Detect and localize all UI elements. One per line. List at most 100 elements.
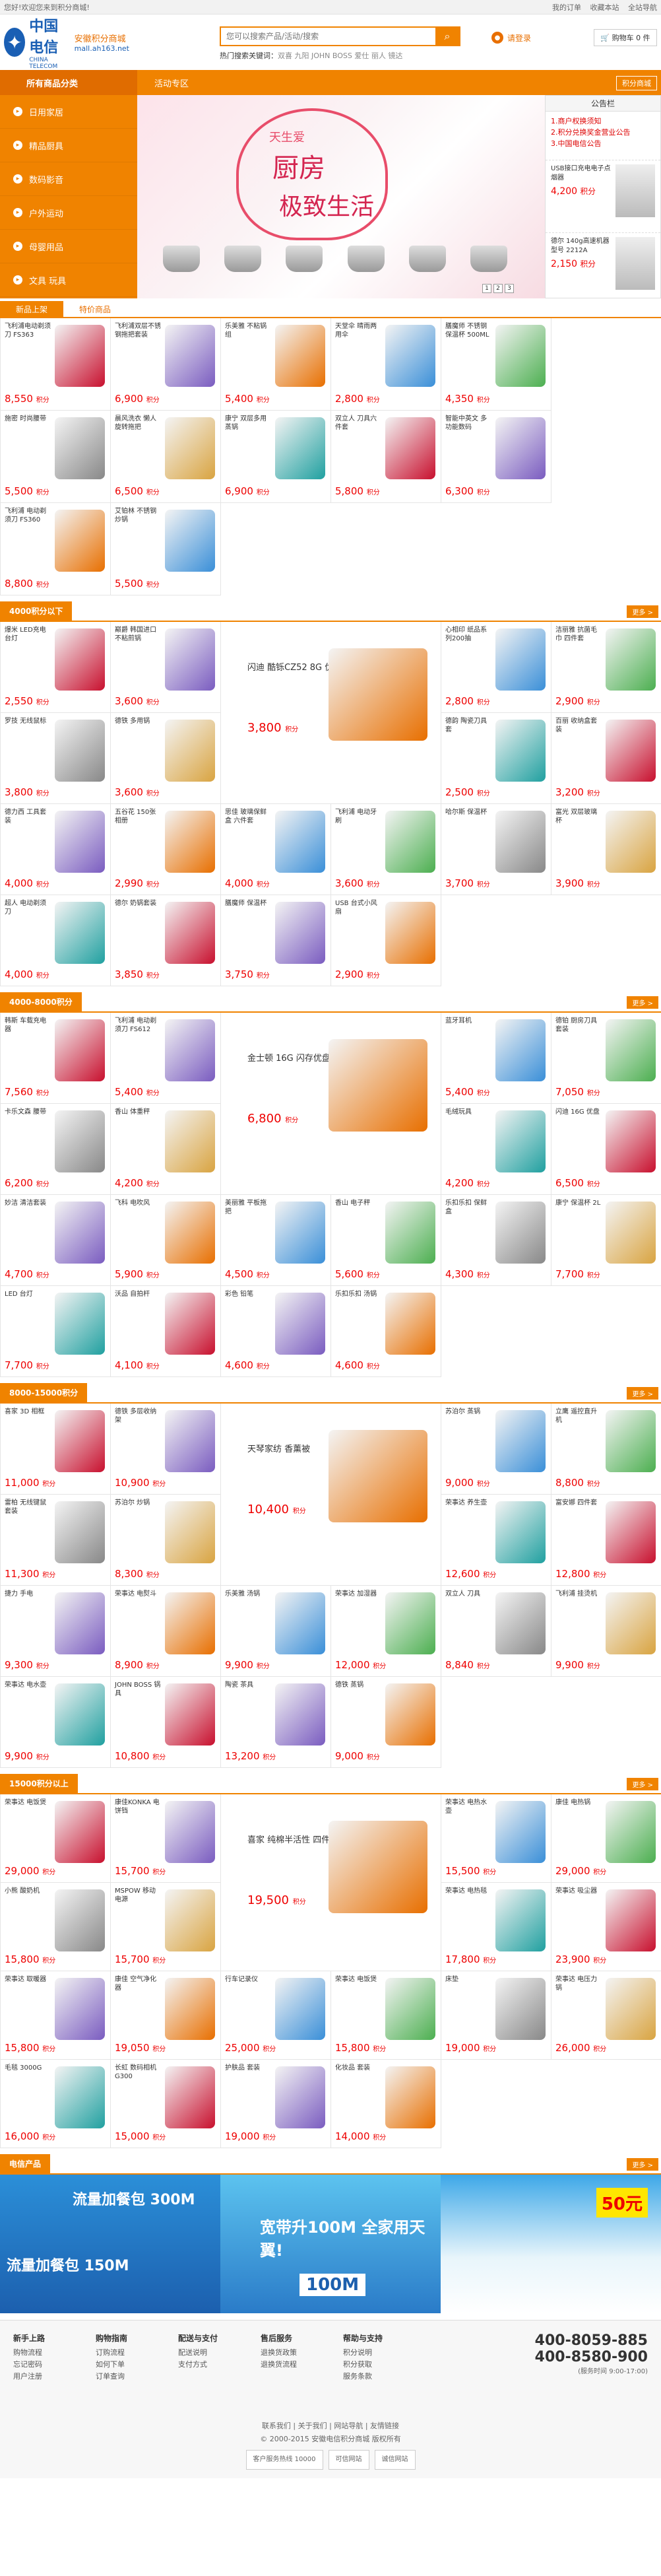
more-button[interactable]: 更多 > — [627, 2157, 658, 2171]
all-categories[interactable]: 所有商品分类 — [0, 70, 137, 95]
banner-pager[interactable]: 123 — [480, 284, 514, 293]
product-card[interactable]: 艾铂林 不锈钢 炒锅 5,500 积分 — [111, 503, 221, 595]
notice-item[interactable]: 2.积分兑换奖金营业公告 — [551, 127, 655, 138]
product-card[interactable]: 膳魔师 不锈钢保温杯 500ML 4,350 积分 — [441, 318, 551, 411]
more-button[interactable]: 更多 > — [627, 1777, 658, 1790]
ad-broadband[interactable]: 宽带升100M 全家用天翼! 100M — [220, 2175, 441, 2313]
product-card[interactable]: 德铁 蒸锅 9,000 积分 — [331, 1677, 441, 1768]
product-card[interactable]: 晨风洗衣 懒人旋转拖把 6,500 积分 — [111, 411, 221, 503]
product-card[interactable]: 五谷花 150张 相册 2,990 积分 — [111, 804, 221, 895]
product-card[interactable]: 智能中英文 多功能数码 6,300 积分 — [441, 411, 551, 503]
product-card[interactable]: 德力西 工具套装 4,000 积分 — [1, 804, 111, 895]
tab-new[interactable]: 新品上架 — [0, 301, 63, 317]
product-card[interactable]: 富安娜 四件套 12,800 积分 — [551, 1495, 661, 1586]
nav-activity[interactable]: 活动专区 — [154, 77, 189, 89]
footer-link[interactable]: 忘记密码 — [13, 2359, 96, 2371]
product-card[interactable]: 德尔 奶锅套装 3,850 积分 — [111, 895, 221, 986]
product-card[interactable]: 喜家 纯棉半活性 四件套 19,500 积分 — [221, 1794, 441, 1971]
product-card[interactable]: 飞利浦 电动牙刷 3,600 积分 — [331, 804, 441, 895]
product-card[interactable]: 巅爵 韩国进口 不粘煎锅 3,600 积分 — [111, 622, 221, 713]
nav-points-mall[interactable]: 积分商城 — [616, 76, 657, 90]
product-card[interactable]: 乐美雅 汤锅 9,900 积分 — [221, 1586, 331, 1677]
product-card[interactable]: MSPOW 移动电源 15,700 积分 — [111, 1883, 221, 1971]
footer-link[interactable]: 服务条款 — [343, 2371, 425, 2383]
product-card[interactable]: 膳魔师 保温杯 3,750 积分 — [221, 895, 331, 986]
product-card[interactable]: 飞利浦电动剃须刀 FS363 8,550 积分 — [1, 318, 111, 411]
product-card[interactable]: 雷柏 无线键鼠套装 11,300 积分 — [1, 1495, 111, 1586]
product-card[interactable]: 康宁 保温杯 2L 7,700 积分 — [551, 1195, 661, 1286]
badge[interactable]: 诚信网站 — [374, 2450, 416, 2470]
footer-link[interactable]: 购物流程 — [13, 2347, 96, 2359]
product-card[interactable]: 行车记录仪 25,000 积分 — [221, 1971, 331, 2060]
product-card[interactable]: 荣事达 电水壶 9,900 积分 — [1, 1677, 111, 1768]
product-card[interactable]: 闪迪 酷铄CZ52 8G 优盘 3,800 积分 — [221, 622, 441, 804]
product-card[interactable]: 苏泊尔 蒸锅 9,000 积分 — [441, 1404, 551, 1495]
footer-link[interactable]: 订购流程 — [96, 2347, 178, 2359]
link-favorite[interactable]: 收藏本站 — [590, 3, 619, 12]
footer-link[interactable]: 配送说明 — [178, 2347, 261, 2359]
product-card[interactable]: LED 台灯 7,700 积分 — [1, 1286, 111, 1377]
login-link[interactable]: ● 请登录 — [491, 32, 531, 44]
ad-data-pack[interactable]: 流量加餐包 300M 流量加餐包 150M — [0, 2175, 220, 2313]
product-card[interactable]: 哈尔斯 保温杯 3,700 积分 — [441, 804, 551, 895]
logo[interactable]: ✦ 中国电信 CHINA TELECOM 安徽积分商城 mall.ah163.n… — [4, 15, 129, 70]
product-card[interactable]: 乐美雅 不粘锅组 5,400 积分 — [221, 318, 331, 411]
product-card[interactable]: 荣事达 加湿器 12,000 积分 — [331, 1586, 441, 1677]
product-card[interactable]: 妙洁 清洁套装 4,700 积分 — [1, 1195, 111, 1286]
product-card[interactable]: 飞利浦双层不锈钢拖把套装 6,900 积分 — [111, 318, 221, 411]
footer-link[interactable]: 积分说明 — [343, 2347, 425, 2359]
category-item[interactable]: ▸ 数码影音 — [0, 162, 137, 196]
footer-link[interactable]: 积分获取 — [343, 2359, 425, 2371]
footer-link[interactable]: 订单查询 — [96, 2371, 178, 2383]
product-card[interactable]: 洁丽雅 抗菌毛巾 四件套 2,900 积分 — [551, 622, 661, 713]
notice-product[interactable]: USB接口充电电子点烟器 4,200 积分 — [546, 160, 660, 226]
product-card[interactable]: 护肤品 套装 19,000 积分 — [221, 2060, 331, 2148]
product-card[interactable]: 香山 体重秤 4,200 积分 — [111, 1104, 221, 1195]
search-button[interactable]: ⌕ — [435, 28, 459, 45]
product-card[interactable]: JOHN BOSS 锅具 10,800 积分 — [111, 1677, 221, 1768]
product-card[interactable]: 康佳KONKA 电饼铛 15,700 积分 — [111, 1794, 221, 1883]
search-input[interactable] — [221, 28, 435, 45]
more-button[interactable]: 更多 > — [627, 605, 658, 618]
product-card[interactable]: USB 台式小风扇 2,900 积分 — [331, 895, 441, 986]
product-card[interactable]: 小熊 酸奶机 15,800 积分 — [1, 1883, 111, 1971]
product-card[interactable]: 康宁 双层多用蒸锅 6,900 积分 — [221, 411, 331, 503]
product-card[interactable]: 飞利浦 电动剃须刀 FS612 5,400 积分 — [111, 1013, 221, 1104]
product-card[interactable]: 天琴家纺 香薰被 10,400 积分 — [221, 1404, 441, 1586]
product-card[interactable]: 金士顿 16G 闪存优盘 6,800 积分 — [221, 1013, 441, 1195]
more-button[interactable]: 更多 > — [627, 1386, 658, 1400]
product-card[interactable]: 康佳 电热锅 29,000 积分 — [551, 1794, 661, 1883]
link-site-nav[interactable]: 全站导航 — [628, 3, 657, 12]
product-card[interactable]: 闪迪 16G 优盘 6,500 积分 — [551, 1104, 661, 1195]
product-card[interactable]: 捷力 手电 9,300 积分 — [1, 1586, 111, 1677]
product-card[interactable]: 天堂伞 晴雨两用伞 2,800 积分 — [331, 318, 441, 411]
category-item[interactable]: ▸ 精品厨具 — [0, 129, 137, 162]
product-card[interactable]: 荣事达 电压力锅 26,000 积分 — [551, 1971, 661, 2060]
product-card[interactable]: 思佳 玻璃保鲜盒 六件套 4,000 积分 — [221, 804, 331, 895]
product-card[interactable]: 苏泊尔 炒锅 8,300 积分 — [111, 1495, 221, 1586]
product-card[interactable]: 德铁 多层收纳架 10,900 积分 — [111, 1404, 221, 1495]
product-card[interactable]: 康佳 空气净化器 19,050 积分 — [111, 1971, 221, 2060]
notice-item[interactable]: 3.中国电信公告 — [551, 138, 655, 149]
product-card[interactable]: 卡乐文森 腰带 6,200 积分 — [1, 1104, 111, 1195]
badge[interactable]: 可信网站 — [328, 2450, 369, 2470]
category-item[interactable]: ▸ 文具 玩具 — [0, 263, 137, 297]
product-card[interactable]: 荣事达 电热水壶 15,500 积分 — [441, 1794, 551, 1883]
category-item[interactable]: ▸ 日用家居 — [0, 95, 137, 129]
product-card[interactable]: 乐扣乐扣 汤锅 4,600 积分 — [331, 1286, 441, 1377]
product-card[interactable]: 韩斯 车载充电器 7,560 积分 — [1, 1013, 111, 1104]
product-card[interactable]: 香山 电子秤 5,600 积分 — [331, 1195, 441, 1286]
product-card[interactable]: 德铁 多用锅 3,600 积分 — [111, 713, 221, 804]
product-card[interactable]: 富光 双层玻璃杯 3,900 积分 — [551, 804, 661, 895]
product-card[interactable]: 超人 电动剃须刀 4,000 积分 — [1, 895, 111, 986]
product-card[interactable]: 床垫 19,000 积分 — [441, 1971, 551, 2060]
product-card[interactable]: 荣事达 电饭煲 29,000 积分 — [1, 1794, 111, 1883]
product-card[interactable]: 化妆品 套装 14,000 积分 — [331, 2060, 441, 2148]
product-card[interactable]: 德韵 陶瓷刀具套 2,500 积分 — [441, 713, 551, 804]
product-card[interactable]: 荣事达 吸尘器 23,900 积分 — [551, 1883, 661, 1971]
product-card[interactable]: 施密 时尚腰带 5,500 积分 — [1, 411, 111, 503]
product-card[interactable]: 双立人 刀具六件套 5,800 积分 — [331, 411, 441, 503]
product-card[interactable]: 荣事达 电热毯 17,800 积分 — [441, 1883, 551, 1971]
product-card[interactable]: 长虹 数码相机 G300 15,000 积分 — [111, 2060, 221, 2148]
link-my-orders[interactable]: 我的订单 — [552, 3, 581, 12]
